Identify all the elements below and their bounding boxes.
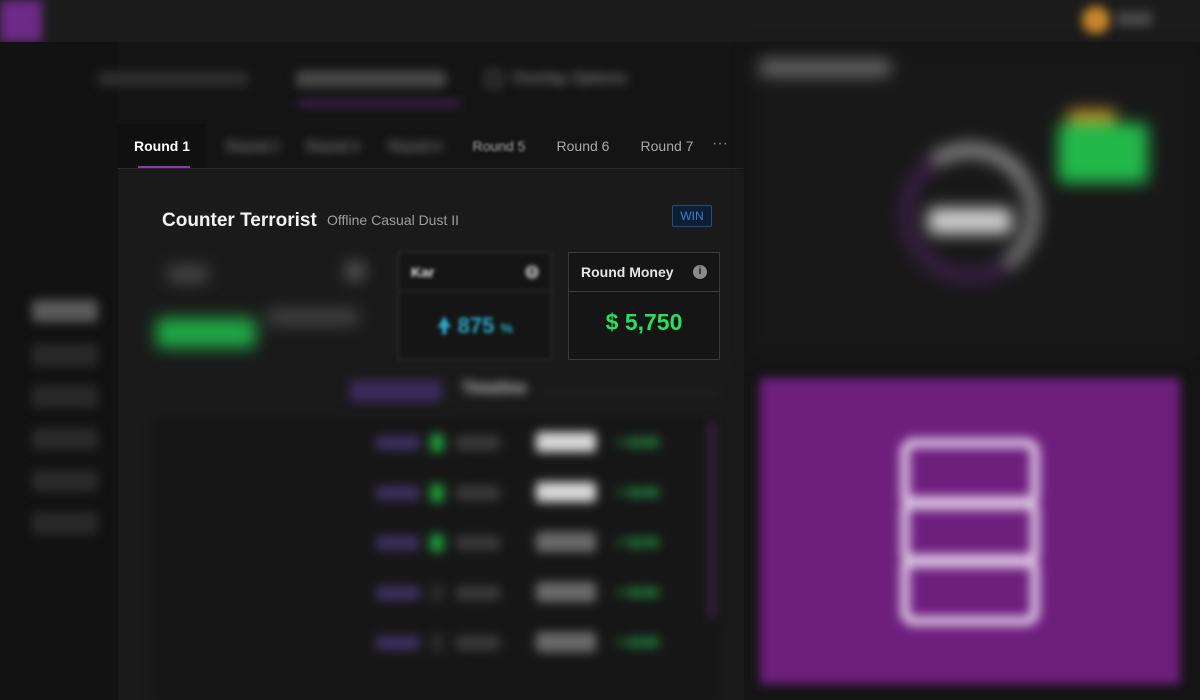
team-title: Counter Terrorist xyxy=(162,210,317,231)
ring-value xyxy=(928,208,1012,234)
app-logo[interactable] xyxy=(0,0,42,42)
sidebar xyxy=(0,42,118,700)
brand-logo-icon xyxy=(900,438,1040,628)
tab-round-6[interactable]: Round 6 xyxy=(548,124,618,168)
round-money-value: $ 5,750 xyxy=(605,309,683,335)
header-tab-active[interactable] xyxy=(296,64,460,94)
header-tab[interactable] xyxy=(98,64,248,94)
list-item[interactable]: + $150 xyxy=(376,530,702,560)
sidebar-item[interactable] xyxy=(32,344,98,366)
round-card: Counter Terrorist Offline Casual Dust II… xyxy=(118,170,744,700)
timeline-list: + $150 + $150 + $150 + $150 + $150 xyxy=(154,418,720,700)
timeline-header: Timeline xyxy=(350,378,720,404)
pistol-icon xyxy=(536,482,596,502)
tab-round-2[interactable]: Round 2 xyxy=(218,124,288,168)
pistol-icon xyxy=(536,432,596,452)
result-badge: WIN xyxy=(672,205,712,227)
tab-round-5[interactable]: Round 5 xyxy=(464,124,534,168)
top-bar xyxy=(0,0,1200,42)
tab-round-7[interactable]: Round 7 xyxy=(632,124,702,168)
timeline-scrollbar[interactable] xyxy=(710,422,714,618)
tab-round-3[interactable]: Round 3 xyxy=(298,124,368,168)
round-money-label: Round Money xyxy=(581,264,674,280)
rifle-icon xyxy=(536,532,596,552)
overlay-options-label: Overlay Options xyxy=(512,70,627,87)
match-subtitle: Offline Casual Dust II xyxy=(327,212,460,228)
arrow-up-icon: 🠝 xyxy=(437,313,452,338)
sidebar-item[interactable] xyxy=(32,386,98,408)
kar-label: Kar xyxy=(411,264,435,280)
sidebar-item[interactable] xyxy=(32,512,98,534)
overlay-icon xyxy=(486,71,502,87)
timeline-title: Timeline xyxy=(462,380,527,397)
timeline-filter-chip[interactable] xyxy=(350,380,442,402)
sidebar-item[interactable] xyxy=(32,470,98,492)
ad-banner[interactable] xyxy=(760,378,1180,684)
sidebar-item[interactable] xyxy=(32,300,98,322)
info-icon[interactable]: i xyxy=(693,265,707,279)
main-panel: Overlay Options Round 1 Round 2 Round 3 … xyxy=(98,42,744,700)
tab-round-4[interactable]: Round 4 xyxy=(380,124,450,168)
panel-title xyxy=(760,60,890,76)
player-stat-panel xyxy=(156,252,378,364)
user-name[interactable] xyxy=(1116,12,1152,26)
sidebar-item[interactable] xyxy=(32,428,98,450)
list-item[interactable]: + $150 xyxy=(376,480,702,510)
more-tabs-icon[interactable]: ··· xyxy=(712,124,728,168)
tab-round-1[interactable]: Round 1 xyxy=(118,124,206,168)
round-money-stat: Round Money i $ 5,750 xyxy=(568,252,720,360)
round-tabs: Round 1 Round 2 Round 3 Round 4 Round 5 … xyxy=(118,124,744,169)
rifle-icon xyxy=(536,632,596,652)
rifle-icon xyxy=(536,582,596,602)
rank-badge xyxy=(1058,123,1148,183)
header-tab-underline xyxy=(298,102,460,105)
tab-overlay-options[interactable]: Overlay Options xyxy=(486,64,627,94)
kar-value: 🠝 875 % xyxy=(437,313,513,338)
list-item[interactable]: + $150 xyxy=(376,430,702,460)
kar-stat: Kar i 🠝 875 % xyxy=(398,252,552,360)
match-performance-panel xyxy=(750,48,1200,358)
list-item[interactable]: + $150 xyxy=(376,630,702,660)
user-avatar[interactable] xyxy=(1082,6,1110,34)
list-item[interactable]: + $150 xyxy=(376,580,702,610)
info-icon[interactable]: i xyxy=(525,265,539,279)
